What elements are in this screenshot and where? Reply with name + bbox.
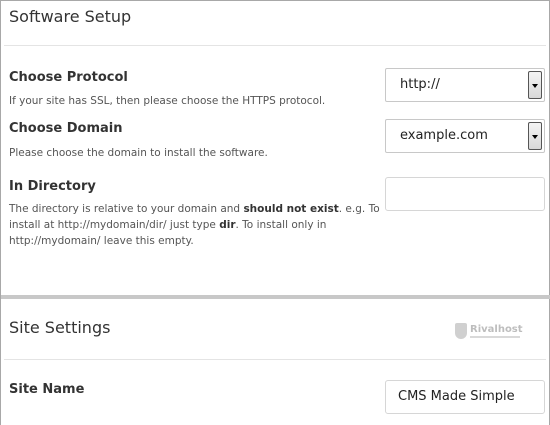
site-name-label: Site Name [9,382,85,397]
directory-input[interactable] [385,177,545,211]
site-name-input[interactable]: CMS Made Simple [385,380,545,414]
directory-description: The directory is relative to your domain… [9,201,381,249]
chevron-down-icon[interactable] [528,122,542,150]
rivalhost-logo: Rivalhost [455,322,535,344]
logo-tagline-bar [470,336,520,338]
shield-icon [455,323,467,339]
directory-desc-emphasis: should not exist [243,203,339,215]
domain-description: Please choose the domain to install the … [9,147,268,159]
logo-text: Rivalhost [470,324,523,335]
domain-select[interactable]: example.com [385,119,545,153]
section-separator [1,295,550,299]
directory-desc-part: The directory is relative to your domain… [9,203,244,215]
divider [4,359,546,360]
domain-select-value: example.com [400,128,488,143]
setup-panel: Software Setup Choose Protocol If your s… [0,0,550,425]
protocol-description: If your site has SSL, then please choose… [9,95,326,107]
domain-label: Choose Domain [9,121,123,136]
directory-desc-emphasis: dir [219,219,236,231]
protocol-select[interactable]: http:// [385,68,545,102]
site-settings-title: Site Settings [9,318,111,337]
divider [4,45,546,46]
directory-label: In Directory [9,179,96,194]
chevron-down-icon[interactable] [528,71,542,99]
protocol-label: Choose Protocol [9,70,128,85]
site-name-input-value: CMS Made Simple [398,389,515,404]
software-setup-title: Software Setup [9,7,132,26]
protocol-select-value: http:// [400,77,440,92]
